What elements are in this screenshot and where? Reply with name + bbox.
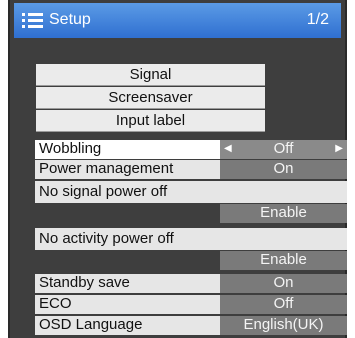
- arrow-right-icon[interactable]: ▶: [335, 140, 343, 158]
- menu-item-power-management[interactable]: Power management On: [35, 160, 347, 179]
- item-label: Power management: [35, 160, 220, 179]
- menu-title: Setup: [49, 11, 91, 28]
- item-value: Enable: [220, 204, 347, 223]
- item-label: No activity power off: [35, 228, 347, 250]
- submenu-screensaver[interactable]: Screensaver: [36, 87, 265, 109]
- item-value: On: [220, 160, 347, 179]
- item-label: OSD Language: [35, 316, 220, 335]
- menu-item-osd-language[interactable]: OSD Language English(UK): [35, 316, 347, 335]
- menu-item-standby-save[interactable]: Standby save On: [35, 274, 347, 293]
- osd-setup-menu: Setup 1/2 Signal Screensaver Input label…: [8, 0, 347, 338]
- item-value: English(UK): [220, 316, 347, 335]
- menu-item-eco[interactable]: ECO Off: [35, 295, 347, 314]
- item-label: ECO: [35, 295, 220, 314]
- menu-list-icon: [22, 13, 43, 28]
- menu-item-no-activity-power-off[interactable]: No activity power off Enable: [35, 228, 347, 270]
- item-label: Standby save: [35, 274, 220, 293]
- page-indicator: 1/2: [306, 11, 329, 28]
- value-selector[interactable]: ◀ Off ▶: [220, 140, 347, 159]
- item-value: Off: [220, 295, 347, 314]
- submenu-signal[interactable]: Signal: [36, 64, 265, 86]
- item-label: No signal power off: [35, 181, 347, 203]
- menu-item-no-signal-power-off[interactable]: No signal power off Enable: [35, 181, 347, 223]
- item-value: Off: [273, 140, 294, 157]
- item-value: Enable: [220, 251, 347, 270]
- menu-item-wobbling[interactable]: Wobbling ◀ Off ▶: [35, 140, 347, 159]
- item-value: On: [220, 274, 347, 293]
- title-bar: Setup 1/2: [14, 3, 341, 38]
- item-label: Wobbling: [35, 140, 220, 159]
- submenu-input-label[interactable]: Input label: [36, 110, 265, 132]
- arrow-left-icon[interactable]: ◀: [224, 140, 232, 158]
